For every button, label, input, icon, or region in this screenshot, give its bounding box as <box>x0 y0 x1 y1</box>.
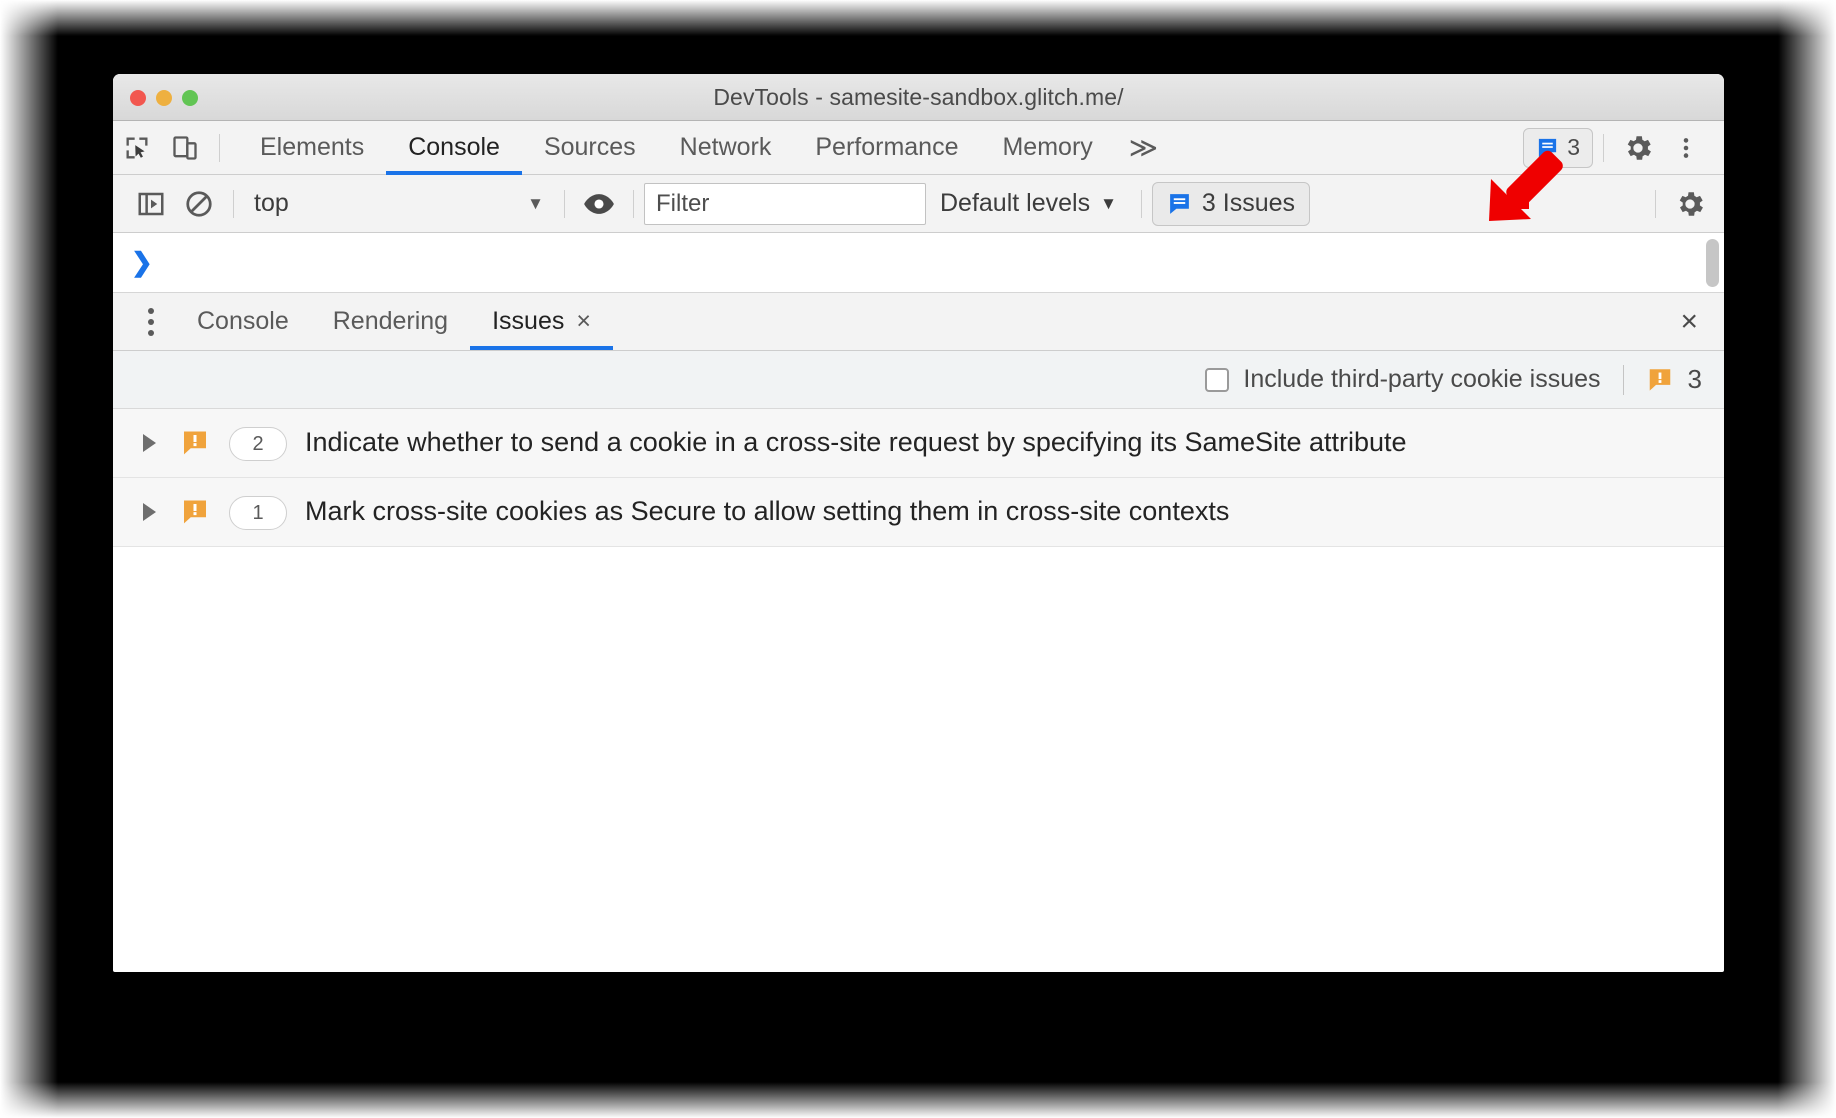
issue-count-chip: 1 <box>229 496 287 530</box>
log-levels-label: Default levels <box>940 189 1091 217</box>
execution-context-value: top <box>254 189 289 217</box>
issues-list: 2 Indicate whether to send a cookie in a… <box>113 409 1724 847</box>
issue-count-chip: 2 <box>229 427 287 461</box>
panel-tabs: Elements Console Sources Network Perform… <box>238 121 1172 175</box>
title-bar: DevTools - samesite-sandbox.glitch.me/ <box>113 74 1724 121</box>
drawer-tab-issues-label: Issues <box>492 307 565 335</box>
tab-network[interactable]: Network <box>658 121 794 175</box>
console-toolbar-divider-2 <box>564 189 565 218</box>
console-toolbar: top ▼ Default levels ▼ <box>113 175 1724 233</box>
issues-empty-space <box>113 547 1724 847</box>
tab-console-label: Console <box>408 133 500 161</box>
tab-performance[interactable]: Performance <box>793 121 980 175</box>
console-toolbar-right <box>1645 182 1724 226</box>
drawer-tab-rendering-label: Rendering <box>332 307 449 335</box>
main-tab-bar: Elements Console Sources Network Perform… <box>113 121 1724 175</box>
tab-elements-label: Elements <box>260 133 365 161</box>
drawer-tab-console[interactable]: Console <box>175 293 311 350</box>
issue-title[interactable]: Mark cross-site cookies as Secure to all… <box>297 494 1229 530</box>
console-toolbar-divider-1 <box>233 189 234 218</box>
issues-summary-number: 3 <box>1687 364 1702 394</box>
console-toolbar-divider-3 <box>633 189 634 218</box>
console-prompt-chevron-icon: ❯ <box>131 247 153 277</box>
issue-row[interactable]: 2 Indicate whether to send a cookie in a… <box>113 409 1724 478</box>
tab-elements[interactable]: Elements <box>238 121 386 175</box>
issues-counter-label: 3 <box>1567 134 1580 160</box>
tab-memory[interactable]: Memory <box>980 121 1114 175</box>
issues-filter-bar: Include third-party cookie issues 3 <box>113 351 1724 409</box>
issue-warning-icon-row-2 <box>167 494 223 527</box>
device-toolbar-icon[interactable] <box>161 126 209 170</box>
third-party-checkbox[interactable] <box>1205 367 1230 392</box>
minimize-window-button[interactable] <box>156 90 172 106</box>
close-issues-tab-icon[interactable]: × <box>576 309 591 334</box>
close-window-button[interactable] <box>130 90 146 106</box>
inspect-element-icon[interactable] <box>113 126 161 170</box>
filter-input[interactable] <box>644 182 926 225</box>
kebab-menu-icon[interactable] <box>1662 126 1710 170</box>
issues-bar-divider <box>1622 364 1624 395</box>
drawer-tab-issues[interactable]: Issues × <box>470 293 613 350</box>
window-controls <box>130 90 198 106</box>
devtools-window: DevTools - samesite-sandbox.glitch.me/ E… <box>113 74 1724 972</box>
drawer-tab-rendering[interactable]: Rendering <box>311 293 470 350</box>
open-issues-button[interactable]: 3 Issues <box>1151 181 1311 226</box>
drawer-kebab-menu-icon[interactable] <box>127 293 175 350</box>
console-message-area[interactable]: ❯ <box>113 233 1724 293</box>
screenshot-root: DevTools - samesite-sandbox.glitch.me/ E… <box>0 0 1836 1118</box>
third-party-checkbox-label: Include third-party cookie issues <box>1243 365 1601 393</box>
console-toolbar-divider-5 <box>1655 189 1656 218</box>
third-party-cookie-filter[interactable]: Include third-party cookie issues <box>1205 365 1601 394</box>
toolbar-divider-2 <box>1603 133 1604 162</box>
red-arrow-pointing-down-left <box>1485 145 1565 230</box>
drawer-tab-bar: Console Rendering Issues × × <box>113 293 1724 351</box>
console-toolbar-divider-4 <box>1140 189 1142 218</box>
close-drawer-icon[interactable]: × <box>1654 293 1724 350</box>
gear-icon[interactable] <box>1614 126 1662 170</box>
issues-summary-count: 3 <box>1646 364 1702 395</box>
maximize-window-button[interactable] <box>182 90 198 106</box>
log-levels-select[interactable]: Default levels ▼ <box>926 189 1131 218</box>
window-title: DevTools - samesite-sandbox.glitch.me/ <box>713 83 1124 110</box>
tab-performance-label: Performance <box>815 133 959 161</box>
console-settings-gear-icon[interactable] <box>1666 182 1714 226</box>
issue-title[interactable]: Indicate whether to send a cookie in a c… <box>297 425 1407 461</box>
show-console-sidebar-icon[interactable] <box>127 182 175 226</box>
console-scrollbar[interactable] <box>1706 239 1719 287</box>
tab-sources-label: Sources <box>543 133 636 161</box>
drawer-tab-console-label: Console <box>197 307 289 335</box>
live-expression-eye-icon[interactable] <box>575 182 623 226</box>
expand-issue-triangle-icon[interactable] <box>131 494 167 521</box>
open-issues-label: 3 Issues <box>1201 189 1296 217</box>
chevron-down-icon: ▼ <box>527 193 544 213</box>
tab-network-label: Network <box>679 133 772 161</box>
clear-console-icon[interactable] <box>175 182 223 226</box>
more-tabs-chevron-icon[interactable]: ≫ <box>1115 121 1172 175</box>
issue-warning-icon <box>1649 368 1670 391</box>
chevron-down-icon-levels: ▼ <box>1100 193 1117 213</box>
tab-console[interactable]: Console <box>386 121 522 175</box>
issue-row[interactable]: 1 Mark cross-site cookies as Secure to a… <box>113 478 1724 547</box>
tab-sources[interactable]: Sources <box>522 121 658 175</box>
toolbar-divider <box>219 133 220 162</box>
more-tabs-label: ≫ <box>1128 132 1159 163</box>
tab-memory-label: Memory <box>1002 133 1093 161</box>
issues-message-icon-2 <box>1170 194 1189 214</box>
expand-issue-triangle-icon[interactable] <box>131 425 167 452</box>
issue-warning-icon-row-1 <box>167 425 223 458</box>
execution-context-select[interactable]: top ▼ <box>244 184 554 224</box>
